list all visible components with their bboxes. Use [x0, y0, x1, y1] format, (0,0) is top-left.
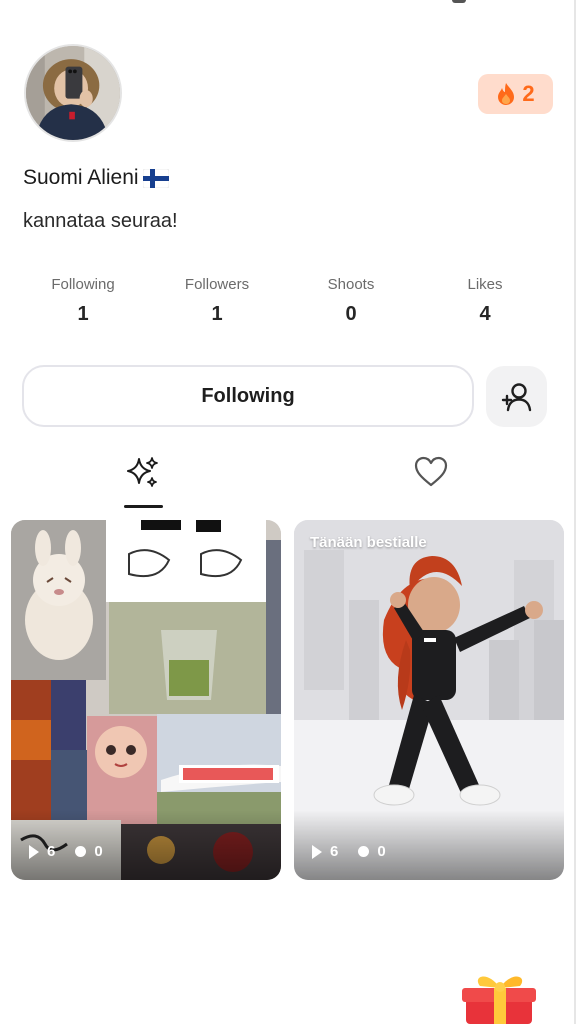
- stat-followers[interactable]: Followers 1: [150, 276, 284, 326]
- comment-count: 0: [94, 843, 103, 860]
- profile-photo-avatar: [26, 46, 120, 140]
- streak-count: 2: [522, 81, 535, 106]
- play-icon: [312, 844, 322, 859]
- finland-flag-icon: [142, 168, 169, 188]
- display-name: Suomi Alieni: [23, 166, 139, 189]
- post-caption: Tänään bestialle: [310, 534, 427, 551]
- comment-count: 0: [377, 843, 386, 860]
- status-bar-remnant: [0, 0, 576, 6]
- sparkles-icon: [127, 457, 158, 487]
- play-icon: [29, 844, 39, 859]
- active-tab-indicator: [124, 505, 163, 508]
- following-button[interactable]: Following: [22, 365, 474, 427]
- play-count: 6: [47, 843, 56, 860]
- gift-box-icon: [462, 976, 536, 1024]
- post-metrics: 6 0: [29, 843, 103, 860]
- flame-icon: [498, 83, 515, 105]
- post-card[interactable]: 6 0: [11, 520, 281, 880]
- stat-value: 1: [211, 303, 223, 325]
- stat-shoots[interactable]: Shoots 0: [284, 276, 418, 326]
- stat-likes[interactable]: Likes 4: [418, 276, 552, 326]
- streak-badge[interactable]: 2: [478, 74, 553, 114]
- stat-value: 4: [479, 303, 491, 325]
- heart-icon: [414, 456, 448, 487]
- post-metrics: 6 0: [312, 843, 386, 860]
- stat-label: Following: [51, 276, 115, 293]
- stat-label: Likes: [467, 276, 503, 293]
- avatar[interactable]: [24, 44, 122, 142]
- profile-bio: kannataa seuraa!: [23, 210, 178, 232]
- stat-label: Shoots: [327, 276, 375, 293]
- stat-following[interactable]: Following 1: [16, 276, 150, 326]
- add-user-icon: [501, 382, 531, 411]
- stat-value: 0: [345, 303, 357, 325]
- comment-icon: [75, 846, 87, 857]
- add-friend-button[interactable]: [486, 366, 547, 427]
- profile-name: Suomi Alieni: [23, 166, 169, 190]
- tab-liked[interactable]: [401, 454, 461, 508]
- status-indicator: [452, 0, 466, 3]
- profile-stats: Following 1 Followers 1 Shoots 0 Likes 4: [16, 276, 552, 336]
- post-card[interactable]: Tänään bestialle 6 0: [294, 520, 564, 880]
- stat-value: 1: [77, 303, 89, 325]
- comment-icon: [358, 846, 370, 857]
- stat-label: Followers: [184, 276, 250, 293]
- gift-button[interactable]: [458, 966, 540, 1024]
- play-count: 6: [330, 843, 339, 860]
- tab-shoots[interactable]: [113, 454, 173, 508]
